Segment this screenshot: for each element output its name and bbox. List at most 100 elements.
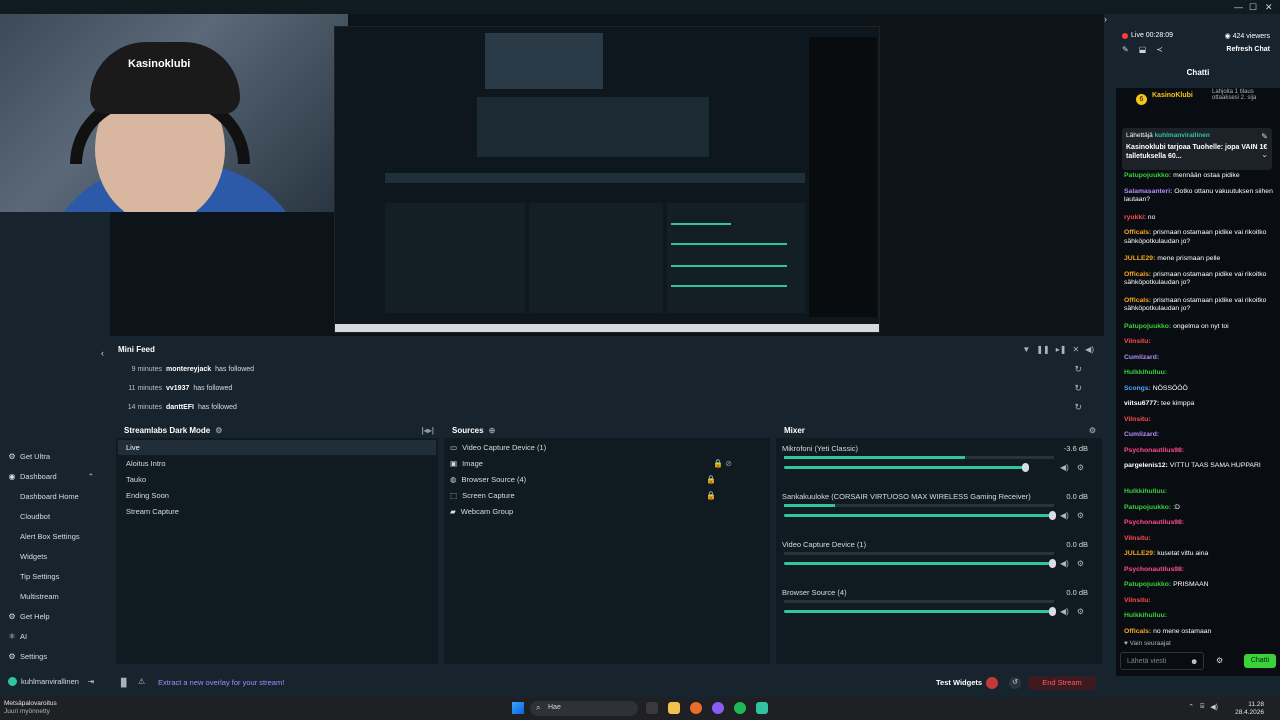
performance-icon[interactable]: ▐▌ — [118, 678, 129, 687]
sidebar-item-ai[interactable]: ⚛ AI — [8, 632, 27, 641]
chevron-left-icon[interactable]: ‹ — [101, 348, 104, 358]
volume-slider[interactable] — [784, 463, 1029, 472]
volume-icon[interactable]: ◀) — [1085, 345, 1094, 354]
volume-slider[interactable] — [784, 607, 1056, 616]
chat-username[interactable]: Officals: — [1124, 271, 1151, 278]
sidebar-item-settings[interactable]: ⚙ Settings — [8, 652, 47, 661]
file-explorer-icon[interactable] — [668, 702, 680, 714]
speaker-icon[interactable]: ◀) — [1060, 463, 1069, 472]
speaker-icon[interactable]: ◀) — [1060, 607, 1069, 616]
chat-username[interactable]: Vilnsitu: — [1124, 416, 1151, 423]
chat-username[interactable]: Psychonautilus98: — [1124, 566, 1184, 573]
speaker-icon[interactable]: ◀) — [1210, 703, 1218, 711]
account-item[interactable]: kuhlmanvirallinen ⇥ — [0, 672, 100, 690]
chat-settings-icon[interactable]: ⚙ — [1216, 656, 1223, 665]
network-icon[interactable]: ⌸ — [1200, 703, 1204, 711]
add-source-icon[interactable]: ⊕ — [489, 426, 496, 435]
chat-username[interactable]: Hulkkihulluu: — [1124, 369, 1167, 376]
chat-username[interactable]: Officals: — [1124, 229, 1151, 236]
sidebar-item-cloudbot[interactable]: Cloudbot — [20, 512, 50, 521]
chat-username[interactable]: Patupojuukko: — [1124, 172, 1171, 179]
webcam-source-main[interactable]: Kasinoklubi — [0, 14, 348, 212]
gear-icon[interactable]: ⚙ — [1077, 511, 1084, 520]
sidebar-item-tip-settings[interactable]: Tip Settings — [20, 572, 59, 581]
scene-transitions-icon[interactable]: |◂▸| — [421, 426, 434, 435]
gear-icon[interactable]: ⚙ — [1077, 559, 1084, 568]
chat-username[interactable]: Officals: — [1124, 628, 1151, 635]
warning-icon[interactable]: ⚠ — [138, 677, 145, 686]
source-item[interactable]: ◍ Browser Source (4) 🔒 — [450, 472, 760, 487]
lock-icon[interactable]: 🔒 — [706, 491, 716, 500]
settings-icon[interactable]: ⚙ — [215, 426, 222, 435]
chat-username[interactable]: Vilnsitu: — [1124, 338, 1151, 345]
screen-capture-source[interactable] — [334, 26, 880, 333]
sidebar-item-dashboard-home[interactable]: Dashboard Home — [20, 492, 79, 501]
scene-item[interactable]: Tauko — [118, 472, 436, 487]
refresh-chat-button[interactable]: Refresh Chat — [1226, 46, 1270, 53]
scene-collection-name[interactable]: Streamlabs Dark Mode — [124, 426, 210, 435]
scene-item[interactable]: Stream Capture — [118, 504, 436, 519]
chat-username[interactable]: Patupojuukko: — [1124, 581, 1171, 588]
source-item[interactable]: ▣ Image 🔒 ⊘ — [450, 456, 760, 471]
logout-icon[interactable]: ⇥ — [88, 677, 94, 686]
record-button[interactable] — [986, 677, 998, 689]
sidebar-item-get-ultra[interactable]: ⚙ Get Ultra — [8, 452, 50, 461]
volume-slider-handle[interactable] — [1049, 511, 1056, 520]
volume-slider[interactable] — [784, 559, 1056, 568]
chat-username[interactable]: Cumlizard: — [1124, 354, 1159, 361]
volume-slider-handle[interactable] — [1049, 559, 1056, 568]
chat-username[interactable]: JULLE29: — [1124, 255, 1155, 262]
chat-username[interactable]: Patupojuukko: — [1124, 323, 1171, 330]
test-widgets-button[interactable]: Test Widgets — [936, 678, 982, 687]
speaker-icon[interactable]: ◀) — [1060, 559, 1069, 568]
popout-icon[interactable]: ⬓ — [1139, 45, 1147, 54]
source-item[interactable]: ▭ Video Capture Device (1) — [450, 440, 760, 455]
chat-username[interactable]: Hulkkihulluu: — [1124, 612, 1167, 619]
browser-icon[interactable] — [690, 702, 702, 714]
clock[interactable]: 11.28 28.4.2026 — [1235, 701, 1264, 717]
lock-visibility-icon[interactable]: 🔒 ⊘ — [713, 459, 732, 468]
chat-username[interactable]: Vilnsitu: — [1124, 597, 1151, 604]
spotify-icon[interactable] — [734, 702, 746, 714]
lock-icon[interactable]: 🔒 — [706, 475, 716, 484]
chat-username[interactable]: Scongs: — [1124, 385, 1151, 392]
volume-slider-handle[interactable] — [1021, 463, 1029, 472]
gear-icon[interactable]: ⚙ — [1077, 607, 1084, 616]
minimize-button[interactable]: — — [1234, 2, 1243, 12]
sidebar-item-widgets[interactable]: Widgets — [20, 552, 47, 561]
repeat-alert-icon[interactable]: ↻ — [1074, 383, 1082, 394]
sidebar-item-dashboard[interactable]: ◉ Dashboard ⌃ — [8, 472, 95, 481]
unpin-icon[interactable]: ✎ — [1261, 132, 1268, 141]
stream-preview[interactable]: Kasinoklubi — [0, 14, 1104, 336]
edit-icon[interactable]: ✎ — [1122, 45, 1129, 54]
chat-username[interactable]: ryukki — [1124, 214, 1144, 221]
close-button[interactable]: ✕ — [1265, 2, 1273, 13]
gear-icon[interactable]: ⚙ — [1077, 463, 1084, 472]
weather-widget[interactable]: Metsäpalovaroitus Juuri myönnetty — [4, 700, 57, 716]
chat-username[interactable]: Vilnsitu: — [1124, 535, 1151, 542]
source-item[interactable]: ⬚ Screen Capture 🔒 — [450, 488, 760, 503]
repeat-alert-icon[interactable]: ↻ — [1074, 402, 1082, 413]
sidebar-item-multistream[interactable]: Multistream — [20, 592, 59, 601]
scene-item-live[interactable]: Live — [118, 440, 436, 455]
discord-icon[interactable] — [712, 702, 724, 714]
mute-icon[interactable]: ✕ — [1072, 345, 1079, 354]
task-view-icon[interactable] — [646, 702, 658, 714]
volume-slider[interactable] — [784, 511, 1056, 520]
repeat-alert-icon[interactable]: ↻ — [1074, 364, 1082, 375]
chat-username[interactable]: Patupojuukko: — [1124, 504, 1171, 511]
chat-username[interactable]: JULLE29: — [1124, 550, 1155, 557]
chat-username[interactable]: Officals: — [1124, 297, 1151, 304]
end-stream-button[interactable]: End Stream — [1028, 676, 1096, 690]
scene-item[interactable]: Aloitus Intro — [118, 456, 436, 471]
chat-username[interactable]: Psychonautilus98: — [1124, 447, 1184, 454]
chat-username[interactable]: Cumlizard: — [1124, 431, 1159, 438]
source-item[interactable]: ▰ Webcam Group — [450, 504, 760, 519]
chevron-right-icon[interactable]: › — [1104, 14, 1107, 24]
scene-item[interactable]: Ending Soon — [118, 488, 436, 503]
chat-username[interactable]: Psychonautilus98: — [1124, 519, 1184, 526]
speaker-icon[interactable]: ◀) — [1060, 511, 1069, 520]
chat-username[interactable]: Salamasanteri: — [1124, 188, 1172, 195]
sidebar-item-alert-box[interactable]: Alert Box Settings — [20, 532, 80, 541]
chat-username[interactable]: pargelenis12: — [1124, 462, 1168, 469]
